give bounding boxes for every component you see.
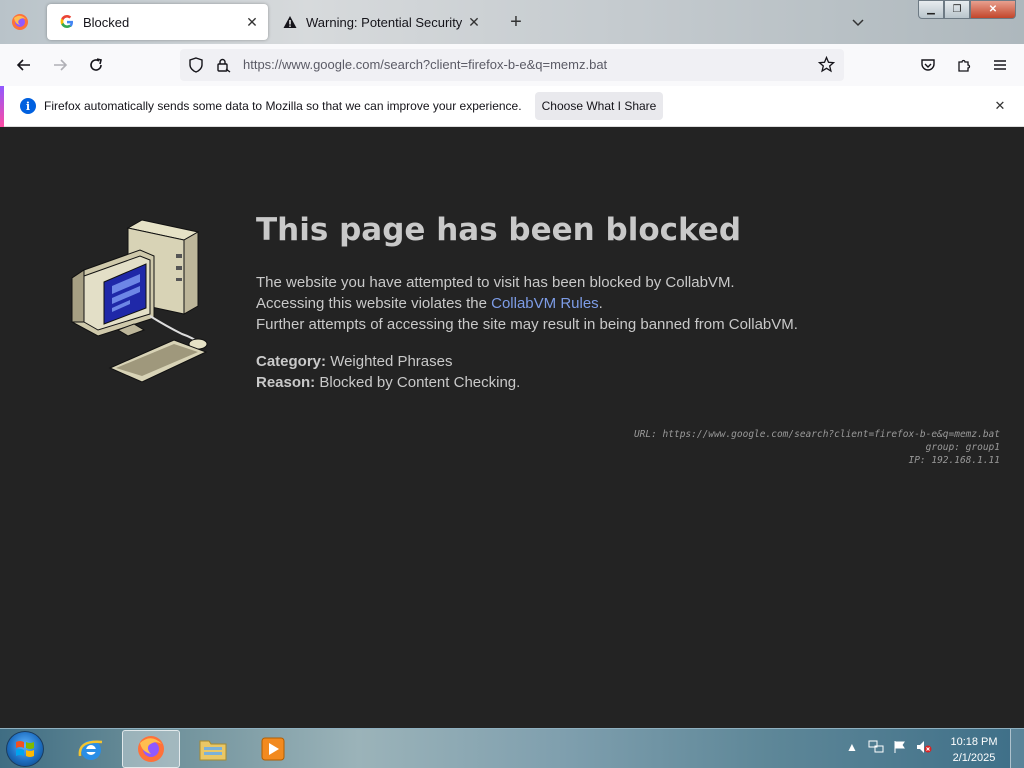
reload-icon[interactable] (82, 51, 110, 79)
close-window-icon[interactable]: ✕ (970, 0, 1016, 19)
lock-icon[interactable] (215, 57, 231, 78)
choose-what-i-share-button[interactable]: Choose What I Share (535, 92, 663, 120)
volume-muted-icon[interactable] (916, 739, 932, 755)
windows-logo-icon (16, 741, 34, 757)
rules-suffix: . (598, 295, 603, 312)
blocked-page: This page has been blocked The website y… (0, 128, 1024, 728)
url-text: https://www.google.com/search?client=fir… (243, 57, 608, 72)
warning-triangle-icon (282, 14, 298, 30)
rules-prefix: Accessing this website violates the (256, 295, 492, 312)
notification-accent (0, 86, 4, 127)
meta-ip: IP: 192.168.1.11 (908, 455, 1000, 466)
reason-row: Reason: Blocked by Content Checking. (256, 374, 520, 391)
firefox-view-icon[interactable] (4, 6, 36, 38)
collabvm-rules-link[interactable]: CollabVM Rules (491, 295, 599, 312)
forward-arrow-icon[interactable] (46, 51, 74, 79)
computer-illustration (70, 218, 210, 393)
system-tray: ▲ (844, 739, 932, 755)
shield-icon[interactable] (188, 57, 204, 78)
bookmark-star-icon[interactable] (817, 55, 836, 78)
taskbar-clock[interactable]: 10:18 PM 2/1/2025 (944, 734, 1004, 766)
nav-bar: https://www.google.com/search?client=fir… (0, 44, 1024, 86)
pocket-icon[interactable] (914, 51, 942, 79)
reason-label: Reason: (256, 374, 316, 391)
block-message-line2: Accessing this website violates the Coll… (256, 295, 603, 312)
firefox-taskbar-icon[interactable] (122, 730, 180, 768)
block-message-line3: Further attempts of accessing the site m… (256, 316, 798, 333)
category-value: Weighted Phrases (330, 353, 453, 370)
tab-close-icon[interactable]: ✕ (240, 10, 264, 34)
tab-strip: Blocked ✕ Warning: Potential Security Ri… (0, 0, 1024, 44)
back-arrow-icon[interactable] (10, 51, 38, 79)
show-desktop-button[interactable] (1010, 729, 1024, 768)
close-icon[interactable]: ✕ (990, 96, 1010, 116)
tab-blocked[interactable]: Blocked ✕ (47, 4, 268, 40)
block-message-line1: The website you have attempted to visit … (256, 274, 735, 291)
chevron-down-icon[interactable] (844, 8, 872, 36)
info-icon: i (20, 98, 36, 114)
url-bar[interactable]: https://www.google.com/search?client=fir… (180, 49, 844, 81)
new-tab-icon[interactable]: + (502, 8, 530, 36)
tab-warning[interactable]: Warning: Potential Security Risk ✕ (272, 4, 490, 40)
minimize-icon[interactable]: ▁ (918, 0, 944, 19)
category-label: Category: (256, 353, 327, 370)
internet-explorer-icon[interactable] (62, 730, 120, 768)
data-collection-notification: i Firefox automatically sends some data … (0, 86, 1024, 127)
clock-time: 10:18 PM (950, 736, 998, 748)
clock-date: 2/1/2025 (952, 752, 996, 764)
action-center-flag-icon[interactable] (892, 739, 908, 755)
google-g-icon (59, 14, 75, 30)
window-controls: ▁ ❐ ✕ (918, 0, 1016, 20)
page-title: This page has been blocked (256, 212, 742, 248)
notification-text: Firefox automatically sends some data to… (44, 99, 522, 113)
tab-close-icon[interactable]: ✕ (462, 10, 486, 34)
tab-title: Blocked (83, 14, 130, 30)
tab-title: Warning: Potential Security Risk (306, 14, 462, 30)
meta-group: group: group1 (925, 442, 1000, 453)
reason-value: Blocked by Content Checking. (319, 374, 521, 391)
hamburger-menu-icon[interactable] (986, 51, 1014, 79)
start-button[interactable] (6, 731, 44, 767)
show-hidden-icons-icon[interactable]: ▲ (844, 739, 860, 755)
extensions-icon[interactable] (950, 51, 978, 79)
meta-url: URL: https://www.google.com/search?clien… (633, 429, 1000, 440)
category-row: Category: Weighted Phrases (256, 353, 452, 370)
maximize-icon[interactable]: ❐ (944, 0, 970, 19)
file-explorer-icon[interactable] (184, 730, 242, 768)
media-player-icon[interactable] (244, 730, 302, 768)
taskbar: ▲ 10:18 PM 2/1/2025 (0, 728, 1024, 768)
network-icon[interactable] (868, 739, 884, 755)
